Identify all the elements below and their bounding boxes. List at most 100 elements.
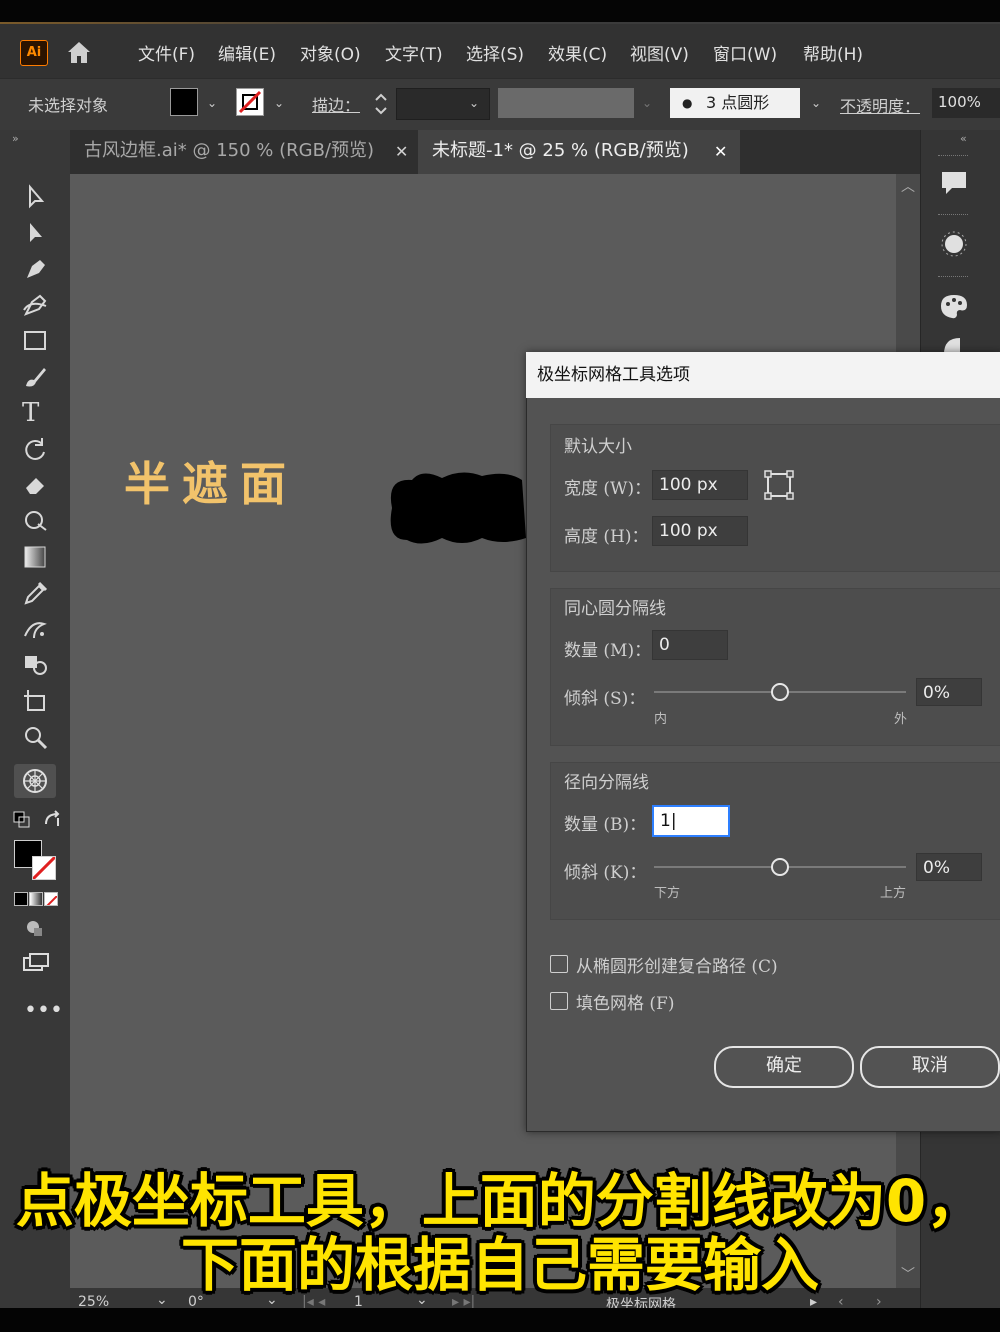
no-stroke-icon	[33, 857, 55, 879]
chevron-down-icon[interactable]: ⌄	[272, 96, 286, 110]
slider-knob[interactable]	[771, 858, 789, 876]
tab-label: 古风边框.ai* @ 150 % (RGB/预览)	[84, 140, 375, 161]
opacity-field[interactable]: 100%	[932, 88, 1000, 118]
height-value: 100 px	[659, 521, 718, 541]
selection-status: 未选择对象	[28, 96, 109, 115]
direct-selection-tool-icon[interactable]	[22, 220, 50, 246]
panel-collapse-icon[interactable]: »	[12, 132, 19, 145]
default-size-heading: 默认大小	[564, 437, 632, 457]
slider-knob[interactable]	[771, 683, 789, 701]
stroke-label[interactable]: 描边：	[312, 92, 360, 116]
chevron-down-icon[interactable]: ⌄	[467, 96, 481, 110]
stroke-swatch[interactable]	[236, 88, 264, 116]
artwork-text[interactable]: 半遮面	[124, 448, 298, 514]
panel-grip	[938, 276, 968, 280]
chevron-down-icon[interactable]: ⌄	[205, 96, 219, 110]
menu-edit[interactable]: 编辑(E)	[218, 40, 276, 65]
paintbrush-tool-icon[interactable]	[22, 364, 50, 390]
opacity-label[interactable]: 不透明度：	[840, 93, 920, 117]
cancel-button[interactable]: 取消	[860, 1046, 1000, 1088]
opacity-value: 100%	[938, 93, 981, 111]
appearance-icon[interactable]	[938, 228, 970, 260]
artboard-tool-icon[interactable]	[22, 688, 50, 714]
radial-skew-value: 0%	[923, 858, 950, 878]
width-value: 100 px	[659, 475, 718, 495]
close-icon[interactable]: ✕	[714, 142, 727, 161]
radial-skew-field[interactable]: 0%	[916, 853, 982, 881]
panel-collapse-icon[interactable]: «	[960, 132, 967, 145]
menu-effect[interactable]: 效果(C)	[548, 40, 607, 65]
slider-max-label: 上方	[880, 886, 907, 901]
panel-grip	[938, 214, 968, 218]
dialog-title-bar[interactable]: 极坐标网格工具选项	[526, 352, 1000, 398]
no-stroke-icon	[238, 90, 262, 114]
pen-tool-icon[interactable]	[22, 256, 50, 282]
menu-help[interactable]: 帮助(H)	[803, 40, 863, 65]
ok-button[interactable]: 确定	[714, 1046, 854, 1088]
menu-file[interactable]: 文件(F)	[138, 40, 195, 65]
polar-grid-tool-active[interactable]	[14, 764, 56, 798]
chevron-down-icon[interactable]: ⌄	[640, 96, 654, 110]
width-field[interactable]: 100 px	[652, 470, 748, 500]
chevron-up-icon[interactable]: ︿	[901, 176, 915, 196]
zoom-tool-icon[interactable]	[22, 724, 50, 750]
height-field[interactable]: 100 px	[652, 516, 748, 546]
tab-document-2[interactable]: 未标题-1* @ 25 % (RGB/预览)	[418, 130, 740, 174]
symbol-sprayer-tool-icon[interactable]	[22, 616, 50, 642]
fill-grid-label[interactable]: 填色网格 (F)	[576, 989, 674, 1014]
selection-tool-icon[interactable]	[22, 184, 50, 210]
menu-view[interactable]: 视图(V)	[630, 40, 689, 65]
type-tool-icon[interactable]: T	[22, 398, 50, 428]
compound-path-label[interactable]: 从椭圆形创建复合路径 (C)	[576, 952, 778, 977]
subtitle-line-2: 下面的根据自己需要输入	[180, 1231, 819, 1299]
rectangle-tool-icon[interactable]	[22, 328, 50, 354]
tab-document-1[interactable]: 古风边框.ai* @ 150 % (RGB/预览)	[70, 130, 418, 174]
menu-object[interactable]: 对象(O)	[300, 40, 361, 65]
color-palette-icon[interactable]	[938, 290, 970, 322]
gradient-tool-icon[interactable]	[22, 544, 50, 570]
stroke-color-large[interactable]	[32, 856, 56, 880]
brush-label: 3 点圆形	[706, 93, 770, 112]
swap-colors-icon[interactable]	[42, 810, 64, 830]
slider-max-label: 外	[894, 712, 908, 727]
tab-label: 未标题-1* @ 25 % (RGB/预览)	[432, 140, 689, 161]
polar-grid-tool-icon	[23, 769, 47, 793]
concentric-count-label: 数量 (M)：	[564, 641, 652, 661]
radial-count-field[interactable]: 1|	[652, 805, 730, 837]
curvature-tool-icon[interactable]	[22, 292, 50, 318]
variable-width-profile[interactable]	[498, 88, 634, 118]
free-transform-tool-icon[interactable]	[22, 508, 50, 534]
close-icon[interactable]: ✕	[395, 142, 408, 161]
chevron-down-icon[interactable]: ⌄	[809, 96, 823, 110]
menu-select[interactable]: 选择(S)	[466, 40, 524, 65]
radial-heading: 径向分隔线	[564, 773, 649, 793]
comments-icon[interactable]	[938, 168, 970, 198]
color-mode-buttons[interactable]	[14, 892, 58, 906]
eraser-tool-icon[interactable]	[22, 472, 50, 498]
screen-mode-icon[interactable]	[22, 952, 50, 974]
reference-point-icon[interactable]	[762, 468, 796, 502]
more-tools-icon[interactable]: •••	[24, 998, 63, 1023]
compound-path-checkbox[interactable]	[550, 955, 568, 973]
brush-dot-icon: ●	[682, 96, 693, 110]
default-colors-icon[interactable]	[12, 810, 34, 830]
brush-definition[interactable]: ● 3 点圆形	[670, 88, 800, 118]
slider-min-label: 下方	[654, 886, 681, 901]
eyedropper-tool-icon[interactable]	[22, 580, 50, 606]
menu-type[interactable]: 文字(T)	[385, 40, 443, 65]
top-black-bar	[0, 0, 1000, 24]
draw-mode-icon[interactable]	[24, 918, 46, 938]
home-icon[interactable]	[64, 38, 94, 66]
shape-builder-tool-icon[interactable]	[22, 652, 50, 678]
concentric-heading: 同心圆分隔线	[564, 599, 666, 619]
fill-swatch[interactable]	[170, 88, 198, 116]
concentric-count-field[interactable]: 0	[652, 630, 728, 660]
concentric-skew-label: 倾斜 (S)：	[564, 689, 646, 709]
black-brush-shape[interactable]	[382, 468, 532, 548]
rotate-tool-icon[interactable]	[22, 436, 50, 462]
concentric-skew-field[interactable]: 0%	[916, 678, 982, 706]
app-logo: Ai	[20, 40, 48, 66]
fill-grid-checkbox[interactable]	[550, 992, 568, 1010]
menu-window[interactable]: 窗口(W)	[713, 40, 777, 65]
stepper-icon[interactable]	[373, 90, 389, 118]
